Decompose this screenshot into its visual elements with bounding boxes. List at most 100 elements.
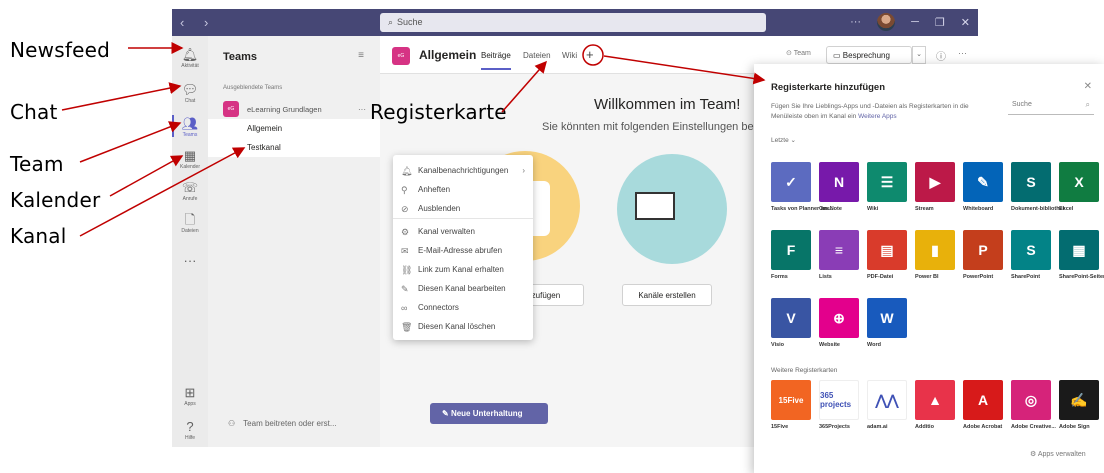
app-tile[interactable]: ✎ Whiteboard — [963, 162, 1005, 213]
more-icon[interactable]: ··· — [850, 16, 861, 28]
panel-search-input[interactable]: Suche ⌕ — [1008, 97, 1094, 115]
tab-beitraege[interactable]: Beiträge — [481, 51, 511, 70]
search-input[interactable]: ⌕ Suche — [380, 13, 766, 32]
app-icon: N — [819, 162, 859, 202]
apps-icon: ⊞ — [184, 385, 196, 400]
menu-item-pin[interactable]: ⚲ Anheften — [393, 185, 533, 195]
rail-item-teams[interactable]: 👥︎ Teams — [172, 115, 208, 138]
team-icon: ⊙ — [786, 50, 794, 57]
rail-item-calendar[interactable]: ▦ Kalender — [172, 149, 208, 171]
app-tile[interactable]: ◎ Adobe Creative... — [1011, 380, 1056, 431]
welcome-subtext: Sie könnten mit folgenden Einstellungen … — [542, 121, 754, 133]
info-icon[interactable]: ⓘ — [936, 48, 946, 63]
app-tile[interactable]: ▮ Power BI — [915, 230, 957, 281]
app-tile[interactable]: X Excel — [1059, 162, 1101, 213]
hidden-teams-label[interactable]: Ausgeblendete Teams — [223, 85, 282, 91]
search-icon: ⌕ — [1085, 100, 1090, 109]
app-tile[interactable]: ≡ Lists — [819, 230, 861, 281]
app-icon: ▤ — [867, 230, 907, 270]
title-bar: ‹ › ⌕ Suche ··· ─ ❐ ✕ — [172, 9, 978, 36]
rail-item-files[interactable]: 🗋︎ Dateien — [172, 213, 208, 235]
app-tile[interactable]: ▶ Stream — [915, 162, 957, 213]
app-tile[interactable]: ⊕ Website — [819, 298, 861, 349]
app-tile[interactable]: F Forms — [771, 230, 813, 281]
minimize-icon[interactable]: ─ — [911, 16, 919, 28]
avatar[interactable] — [877, 13, 896, 31]
create-channels-button[interactable]: Kanäle erstellen — [622, 284, 712, 306]
app-tile[interactable]: 15Five 15Five — [771, 380, 813, 431]
join-team-link[interactable]: ⚇ Team beitreten oder erst... — [228, 419, 337, 428]
channel-badge: eG — [392, 47, 410, 65]
close-icon[interactable]: ✕ — [961, 16, 970, 29]
panel-title: Registerkarte hinzufügen — [771, 82, 886, 93]
app-label: Wiki — [867, 206, 879, 212]
menu-item-edit[interactable]: ✎ Diesen Kanal bearbeiten — [393, 284, 533, 294]
manage-apps-link[interactable]: ⚙ Apps verwalten — [1030, 450, 1086, 458]
menu-item-hide[interactable]: ⊘ Ausblenden — [393, 204, 533, 214]
menu-divider — [393, 218, 533, 219]
edit-icon: ✎ — [401, 284, 409, 294]
app-tile[interactable]: A Adobe Acrobat — [963, 380, 1005, 431]
filter-icon[interactable]: ≡ — [358, 50, 364, 61]
menu-item-delete[interactable]: 🗑︎ Diesen Kanal löschen — [393, 322, 533, 332]
menu-item-notifications[interactable]: 🔔︎ Kanalbenachrichtigungen › — [393, 166, 533, 176]
app-tile[interactable]: S SharePoint — [1011, 230, 1053, 281]
app-tile[interactable]: V Visio — [771, 298, 813, 349]
recent-dropdown[interactable]: Letzte ⌄ — [771, 136, 796, 144]
app-icon: ▦ — [1059, 230, 1099, 270]
app-tile[interactable]: W Word — [867, 298, 909, 349]
new-conversation-button[interactable]: ✎ Neue Unterhaltung — [430, 403, 548, 424]
more-tabs-label: Weitere Registerkarten — [771, 367, 838, 374]
rail-item-chat[interactable]: 💬︎ Chat — [172, 83, 208, 105]
maximize-icon[interactable]: ❐ — [935, 16, 945, 29]
channel-item-testkanal[interactable]: Testkanal — [208, 138, 398, 157]
app-icon: 15Five — [771, 380, 811, 420]
app-label: 365Projects — [819, 424, 850, 430]
chevron-down-icon[interactable]: ⌄ — [912, 46, 926, 64]
more-apps-link[interactable]: Weitere Apps — [858, 113, 897, 120]
tab-dateien[interactable]: Dateien — [523, 51, 551, 60]
channel-title: Allgemein — [419, 48, 477, 62]
add-tab-panel: Registerkarte hinzufügen ✕ Fügen Sie Ihr… — [754, 64, 1104, 473]
app-tile[interactable]: ▦ SharePoint-Seiten — [1059, 230, 1104, 281]
team-button[interactable]: ⊙ Team — [786, 49, 811, 57]
app-label: Adobe Creative... — [1011, 424, 1056, 430]
hide-icon: ⊘ — [401, 204, 409, 214]
app-label: Excel — [1059, 206, 1074, 212]
menu-item-email[interactable]: ✉ E-Mail-Adresse abrufen — [393, 246, 533, 256]
rail-item-activity[interactable]: 🔔︎ Aktivität — [172, 48, 208, 70]
new-conversation-label: Neue Unterhaltung — [450, 409, 523, 418]
annotation-kanal: Kanal — [10, 224, 67, 248]
rail-label: Aktivität — [181, 63, 199, 69]
app-tile[interactable]: ▲ Additio — [915, 380, 957, 431]
close-icon[interactable]: ✕ — [1084, 81, 1092, 92]
app-tile[interactable]: S Dokument-bibliothek — [1011, 162, 1066, 213]
nav-arrows[interactable]: ‹ › — [180, 15, 216, 30]
search-placeholder: Suche — [397, 17, 423, 27]
menu-item-link[interactable]: ⛓ Link zum Kanal erhalten — [393, 265, 533, 275]
channel-item-allgemein[interactable]: Allgemein — [208, 119, 380, 138]
join-label: Team beitreten oder erst... — [243, 419, 337, 428]
menu-item-connectors[interactable]: ∞ Connectors — [393, 303, 533, 313]
team-more-icon[interactable]: ··· — [358, 105, 366, 114]
gear-icon: ⚙ — [1030, 451, 1038, 458]
meeting-button[interactable]: ▭ Besprechung — [826, 46, 912, 64]
app-tile[interactable]: 365 projects 365Projects — [819, 380, 861, 431]
more-icon[interactable]: ··· — [958, 48, 967, 58]
rail-item-help[interactable]: ? Hilfe — [172, 420, 208, 442]
app-tile[interactable]: N OneNote — [819, 162, 861, 213]
team-item[interactable]: eG eLearning Grundlagen — [223, 101, 322, 117]
app-tile[interactable]: ✍ Adobe Sign — [1059, 380, 1101, 431]
app-tile[interactable]: ✓ Tasks von Planner un... — [771, 162, 832, 213]
rail-item-apps[interactable]: ⊞ Apps — [172, 385, 208, 408]
tab-wiki[interactable]: Wiki — [562, 51, 577, 60]
add-tab-plus-icon[interactable]: + — [586, 48, 594, 61]
app-tile[interactable]: P PowerPoint — [963, 230, 1005, 281]
rail-item-more[interactable]: ··· — [172, 254, 208, 268]
menu-item-manage[interactable]: ⚙ Kanal verwalten — [393, 227, 533, 237]
app-tile[interactable]: ▤ PDF-Datei — [867, 230, 909, 281]
rail-item-calls[interactable]: ☏ Anrufe — [172, 181, 208, 203]
team-button-label: Team — [793, 50, 811, 57]
app-tile[interactable]: ☰ Wiki — [867, 162, 909, 213]
app-tile[interactable]: ⋀⋀ adam.ai — [867, 380, 909, 431]
